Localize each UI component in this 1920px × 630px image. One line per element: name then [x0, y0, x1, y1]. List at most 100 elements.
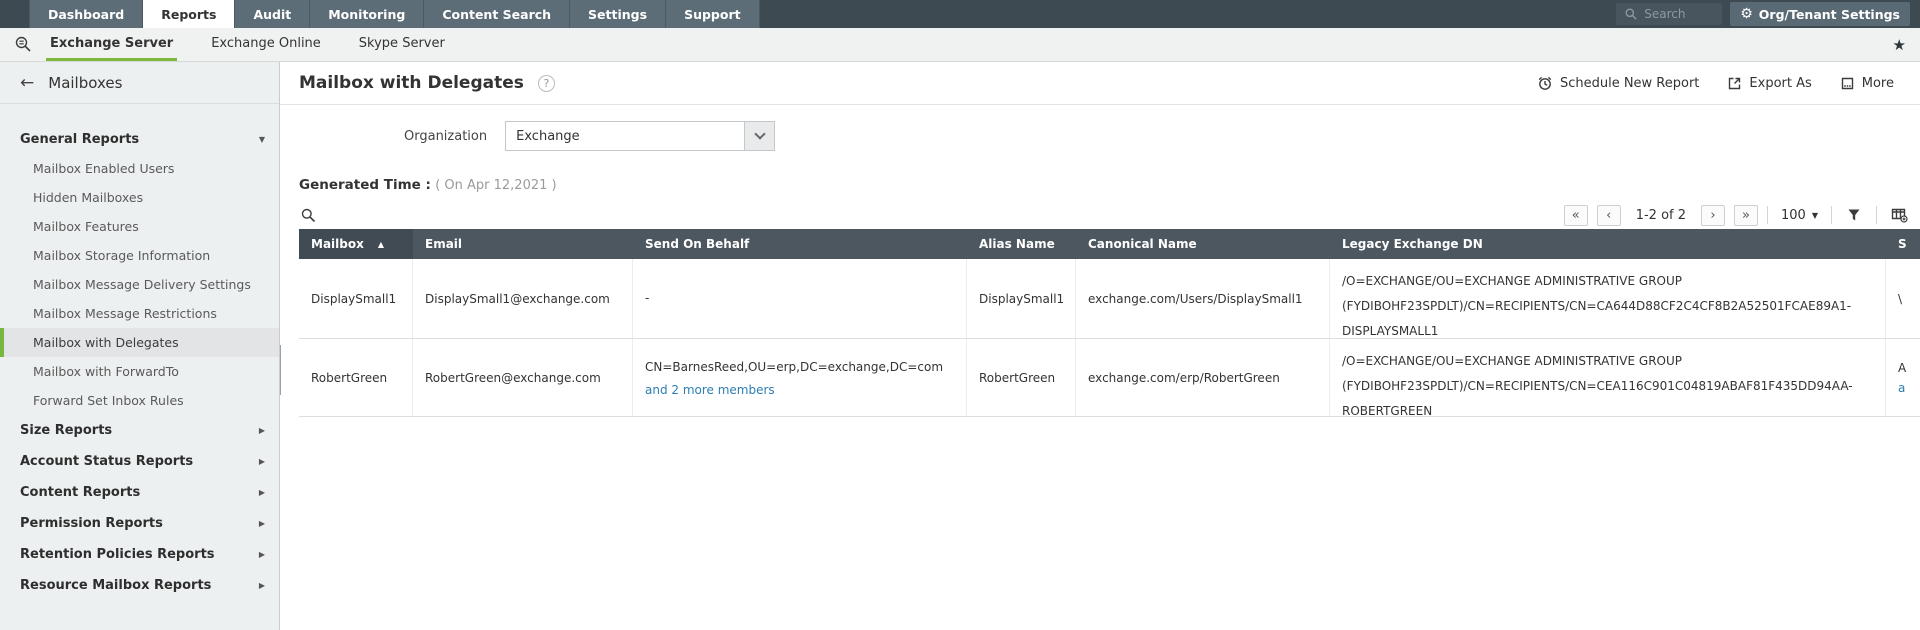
chevron-right-icon: ▶ — [258, 426, 265, 435]
sidebar-category-content-reports[interactable]: Content Reports ▶ — [0, 477, 279, 508]
category-label: Resource Mailbox Reports — [20, 578, 212, 593]
category-label: Permission Reports — [20, 516, 163, 531]
last-page-button[interactable]: » — [1734, 204, 1759, 226]
sidebar-collapse-handle[interactable] — [280, 345, 281, 395]
previous-page-button[interactable]: ‹ — [1596, 204, 1621, 226]
sidebar-item-mailbox-message-restrictions[interactable]: Mailbox Message Restrictions — [0, 299, 279, 328]
top-navigation-bar: Dashboard Reports Audit Monitoring Conte… — [0, 0, 1920, 28]
divider — [1876, 206, 1877, 224]
cell-legacy-exchange-dn: /O=EXCHANGE/OU=EXCHANGE ADMINISTRATIVE G… — [1330, 339, 1886, 416]
report-search-icon — [15, 36, 31, 52]
report-search-button[interactable] — [0, 28, 46, 61]
table-row[interactable]: DisplaySmall1 DisplaySmall1@exchange.com… — [299, 259, 1920, 339]
filter-button[interactable] — [1841, 208, 1867, 222]
cell-alias-name: RobertGreen — [967, 339, 1076, 416]
alarm-clock-icon — [1538, 76, 1552, 90]
cell-cut-off: \ — [1898, 291, 1903, 306]
page-size-dropdown[interactable]: 100 ▼ — [1777, 208, 1822, 223]
cell-email: DisplaySmall1@exchange.com — [413, 259, 633, 338]
organization-selected-value: Exchange — [516, 128, 580, 144]
select-chevron-icon[interactable] — [744, 122, 775, 150]
sidebar-item-mailbox-with-delegates[interactable]: Mailbox with Delegates — [0, 328, 279, 357]
sidebar-category-retention-policies-reports[interactable]: Retention Policies Reports ▶ — [0, 539, 279, 570]
column-label: Mailbox — [311, 237, 364, 251]
category-label: Account Status Reports — [20, 454, 194, 469]
tab-exchange-server[interactable]: Exchange Server — [46, 28, 178, 61]
tab-skype-server[interactable]: Skype Server — [355, 28, 449, 61]
column-header-send-on-behalf[interactable]: Send On Behalf — [633, 229, 967, 259]
org-tenant-settings-button[interactable]: ⚙ Org/Tenant Settings — [1730, 2, 1910, 26]
tab-reports[interactable]: Reports — [142, 0, 235, 28]
sidebar-item-mailbox-message-delivery-settings[interactable]: Mailbox Message Delivery Settings — [0, 270, 279, 299]
page-size-value: 100 — [1781, 207, 1806, 223]
column-header-alias-name[interactable]: Alias Name — [967, 229, 1076, 259]
add-remove-columns-button[interactable] — [1886, 207, 1912, 223]
tab-exchange-online[interactable]: Exchange Online — [207, 28, 325, 61]
subnav-tabs: Exchange Server Exchange Online Skype Se… — [46, 28, 449, 61]
tab-audit[interactable]: Audit — [234, 0, 310, 28]
column-header-legacy-exchange-dn[interactable]: Legacy Exchange DN — [1330, 229, 1886, 259]
divider — [1831, 206, 1832, 224]
sidebar-category-account-status-reports[interactable]: Account Status Reports ▶ — [0, 446, 279, 477]
organization-label: Organization — [404, 128, 488, 144]
gear-icon: ⚙ — [1740, 6, 1753, 22]
sidebar-item-hidden-mailboxes[interactable]: Hidden Mailboxes — [0, 183, 279, 212]
main-content: Mailbox with Delegates ? Schedule New Re… — [280, 62, 1920, 630]
export-as-button[interactable]: Export As — [1727, 76, 1812, 91]
schedule-new-report-label: Schedule New Report — [1559, 75, 1700, 91]
schedule-new-report-button[interactable]: Schedule New Report — [1537, 75, 1699, 91]
column-header-email[interactable]: Email — [413, 229, 633, 259]
chevron-right-icon: ▶ — [258, 457, 265, 466]
chevron-right-icon: ▶ — [258, 581, 265, 590]
app-body: ← Mailboxes General Reports ▼ Mailbox En… — [0, 62, 1920, 630]
sidebar-item-forward-set-inbox-rules[interactable]: Forward Set Inbox Rules — [0, 386, 279, 415]
column-header-cut-off[interactable]: S — [1886, 229, 1920, 259]
sidebar-item-mailbox-features[interactable]: Mailbox Features — [0, 212, 279, 241]
organization-select[interactable]: Exchange — [505, 121, 776, 151]
tab-monitoring[interactable]: Monitoring — [309, 0, 424, 28]
report-table: Mailbox ▲ Email Send On Behalf Alias Nam… — [299, 229, 1920, 417]
page-title: Mailbox with Delegates — [299, 73, 524, 93]
back-arrow-icon[interactable]: ← — [20, 73, 34, 93]
sidebar-category-general-reports[interactable]: General Reports ▼ — [0, 124, 279, 154]
cell-cut-off: A a — [1886, 339, 1920, 416]
tab-support[interactable]: Support — [665, 0, 760, 28]
cell-mailbox: RobertGreen — [299, 339, 413, 416]
favorite-star-icon[interactable]: ★ — [1893, 28, 1906, 62]
cell-alias-name: DisplaySmall1 — [967, 259, 1076, 338]
cell-canonical-name: exchange.com/Users/DisplaySmall1 — [1076, 259, 1330, 338]
more-label: More — [1861, 75, 1894, 91]
first-page-button[interactable]: « — [1563, 204, 1588, 226]
cell-legacy-exchange-dn: /O=EXCHANGE/OU=EXCHANGE ADMINISTRATIVE G… — [1330, 259, 1886, 338]
report-actions: Schedule New Report Export As More — [1537, 75, 1894, 91]
topnav-right-group: Search ⚙ Org/Tenant Settings — [1616, 0, 1920, 28]
sidebar-item-mailbox-enabled-users[interactable]: Mailbox Enabled Users — [0, 154, 279, 183]
more-members-link[interactable]: and 2 more members — [645, 383, 954, 397]
sidebar-category-permission-reports[interactable]: Permission Reports ▶ — [0, 508, 279, 539]
global-search-button[interactable]: Search — [1616, 3, 1723, 25]
column-header-mailbox[interactable]: Mailbox ▲ — [299, 229, 413, 259]
sidebar-category-size-reports[interactable]: Size Reports ▶ — [0, 415, 279, 446]
pagination-range-label: 1-2 of 2 — [1635, 207, 1687, 223]
tab-settings[interactable]: Settings — [569, 0, 666, 28]
cell-canonical-name: exchange.com/erp/RobertGreen — [1076, 339, 1330, 416]
help-icon[interactable]: ? — [537, 74, 555, 92]
column-header-canonical-name[interactable]: Canonical Name — [1076, 229, 1330, 259]
more-button[interactable]: More — [1840, 76, 1894, 91]
report-category-list: General Reports ▼ Mailbox Enabled Users … — [0, 104, 279, 601]
table-row[interactable]: RobertGreen RobertGreen@exchange.com CN=… — [299, 339, 1920, 417]
tab-dashboard[interactable]: Dashboard — [29, 0, 143, 28]
cell-send-on-behalf: CN=BarnesReed,OU=erp,DC=exchange,DC=com … — [633, 339, 967, 416]
sidebar: ← Mailboxes General Reports ▼ Mailbox En… — [0, 62, 280, 630]
server-tab-bar: Exchange Server Exchange Online Skype Se… — [0, 28, 1920, 62]
sidebar-item-mailbox-storage-information[interactable]: Mailbox Storage Information — [0, 241, 279, 270]
next-page-button[interactable]: › — [1701, 204, 1726, 226]
tab-content-search[interactable]: Content Search — [423, 0, 570, 28]
chevron-right-icon: ▶ — [258, 488, 265, 497]
sidebar-category-resource-mailbox-reports[interactable]: Resource Mailbox Reports ▶ — [0, 570, 279, 601]
table-search-icon[interactable] — [301, 208, 316, 223]
category-label: Retention Policies Reports — [20, 547, 215, 562]
sidebar-item-mailbox-with-forwardto[interactable]: Mailbox with ForwardTo — [0, 357, 279, 386]
category-label: General Reports — [20, 131, 140, 147]
cut-link[interactable]: a — [1898, 381, 1920, 395]
